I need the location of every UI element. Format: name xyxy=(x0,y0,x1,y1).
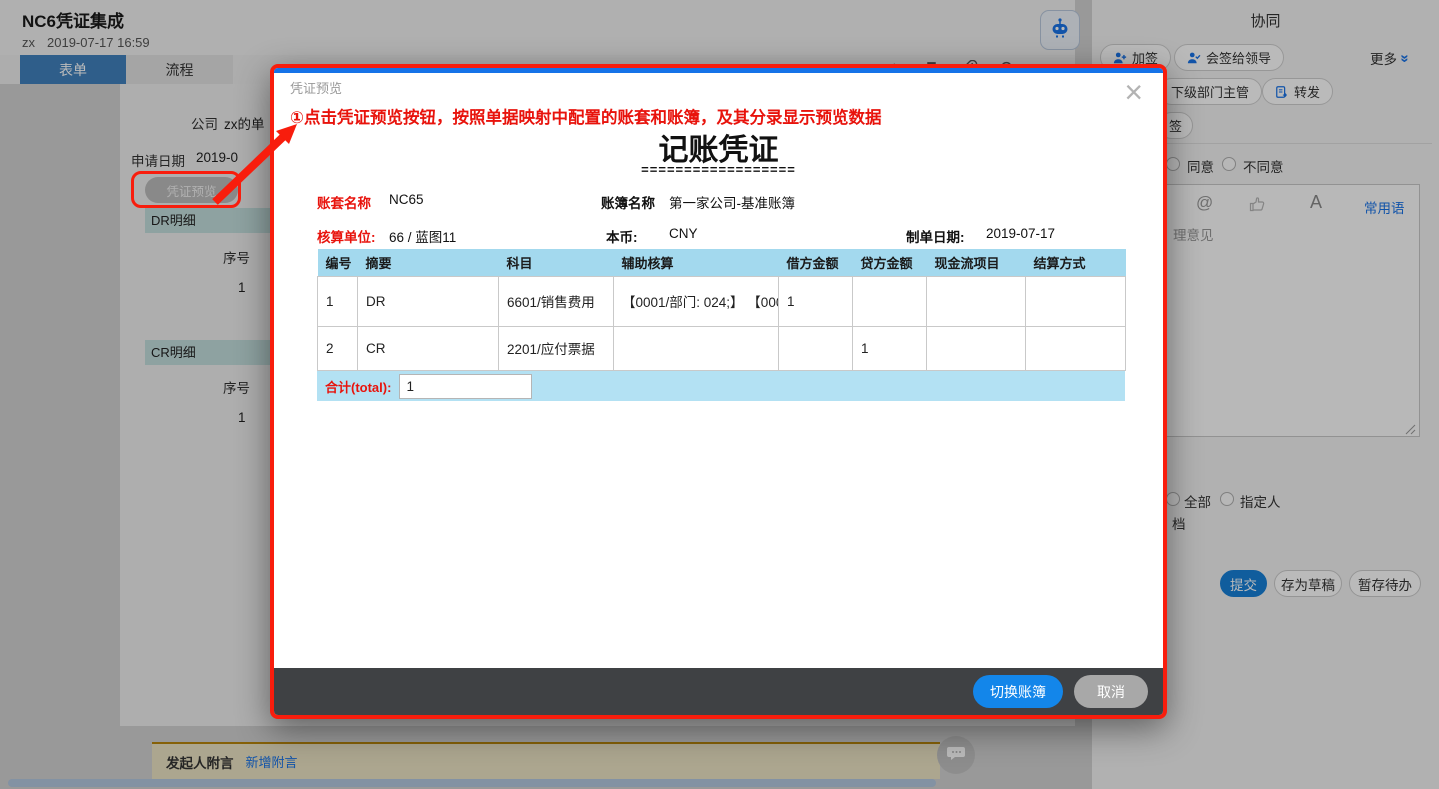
col-number: 编号 xyxy=(318,249,358,276)
switch-book-button[interactable]: 切换账簿 xyxy=(973,675,1063,708)
cell-credit xyxy=(853,276,927,326)
cell-settlement xyxy=(1026,326,1126,370)
cell-summary: DR xyxy=(358,276,499,326)
cell-auxiliary xyxy=(614,326,779,370)
table-header-row: 编号 摘要 科目 辅助核算 借方金额 贷方金额 现金流项目 结算方式 xyxy=(318,249,1126,276)
voucher-entries-table: 编号 摘要 科目 辅助核算 借方金额 贷方金额 现金流项目 结算方式 1 DR … xyxy=(317,249,1126,371)
total-label: 合计(total): xyxy=(325,377,391,396)
account-book-value: 第一家公司-基准账簿 xyxy=(669,192,795,212)
accounting-org-value: 66 / 蓝图11 xyxy=(389,226,456,246)
col-credit: 贷方金额 xyxy=(853,249,927,276)
modal-header-title: 凭证预览 xyxy=(290,78,342,97)
app-root: NC6凭证集成 zx2019-07-17 16:59 表单 流程 公司 zx的单… xyxy=(0,0,1439,789)
cell-subject: 6601/销售费用 xyxy=(499,276,614,326)
modal-footer: 切换账簿 取消 xyxy=(274,668,1163,715)
close-icon[interactable]: × xyxy=(1124,76,1143,108)
col-cashflow: 现金流项目 xyxy=(927,249,1026,276)
col-debit: 借方金额 xyxy=(779,249,853,276)
cell-cashflow xyxy=(927,276,1026,326)
currency-label: 本币: xyxy=(606,226,638,246)
book-set-label: 账套名称 xyxy=(317,192,371,212)
col-auxiliary: 辅助核算 xyxy=(614,249,779,276)
book-set-value: NC65 xyxy=(389,192,424,207)
cancel-button[interactable]: 取消 xyxy=(1074,675,1148,708)
accounting-org-label: 核算单位: xyxy=(317,226,376,246)
voucher-date-label: 制单日期: xyxy=(906,226,965,246)
account-book-label: 账簿名称 xyxy=(601,192,655,212)
cell-subject: 2201/应付票据 xyxy=(499,326,614,370)
cell-credit: 1 xyxy=(853,326,927,370)
currency-value: CNY xyxy=(669,226,698,241)
table-row: 2 CR 2201/应付票据 1 xyxy=(318,326,1126,370)
col-summary: 摘要 xyxy=(358,249,499,276)
cell-number: 2 xyxy=(318,326,358,370)
voucher-title-underline: ================== xyxy=(274,162,1163,177)
cell-auxiliary: 【0001/部门: 024;】 【000: xyxy=(614,276,779,326)
total-input[interactable] xyxy=(399,374,532,399)
cell-settlement xyxy=(1026,276,1126,326)
cell-number: 1 xyxy=(318,276,358,326)
table-row: 1 DR 6601/销售费用 【0001/部门: 024;】 【000: 1 xyxy=(318,276,1126,326)
cell-debit xyxy=(779,326,853,370)
cell-debit: 1 xyxy=(779,276,853,326)
annotation-arrow xyxy=(190,110,310,220)
cell-summary: CR xyxy=(358,326,499,370)
voucher-preview-modal: 凭证预览 × ①点击凭证预览按钮，按照单据映射中配置的账套和账簿，及其分录显示预… xyxy=(270,64,1167,719)
modal-top-accent xyxy=(274,68,1163,73)
col-settlement: 结算方式 xyxy=(1026,249,1126,276)
col-subject: 科目 xyxy=(499,249,614,276)
total-row: 合计(total): xyxy=(317,371,1125,401)
cell-cashflow xyxy=(927,326,1026,370)
voucher-date-value: 2019-07-17 xyxy=(986,226,1055,241)
